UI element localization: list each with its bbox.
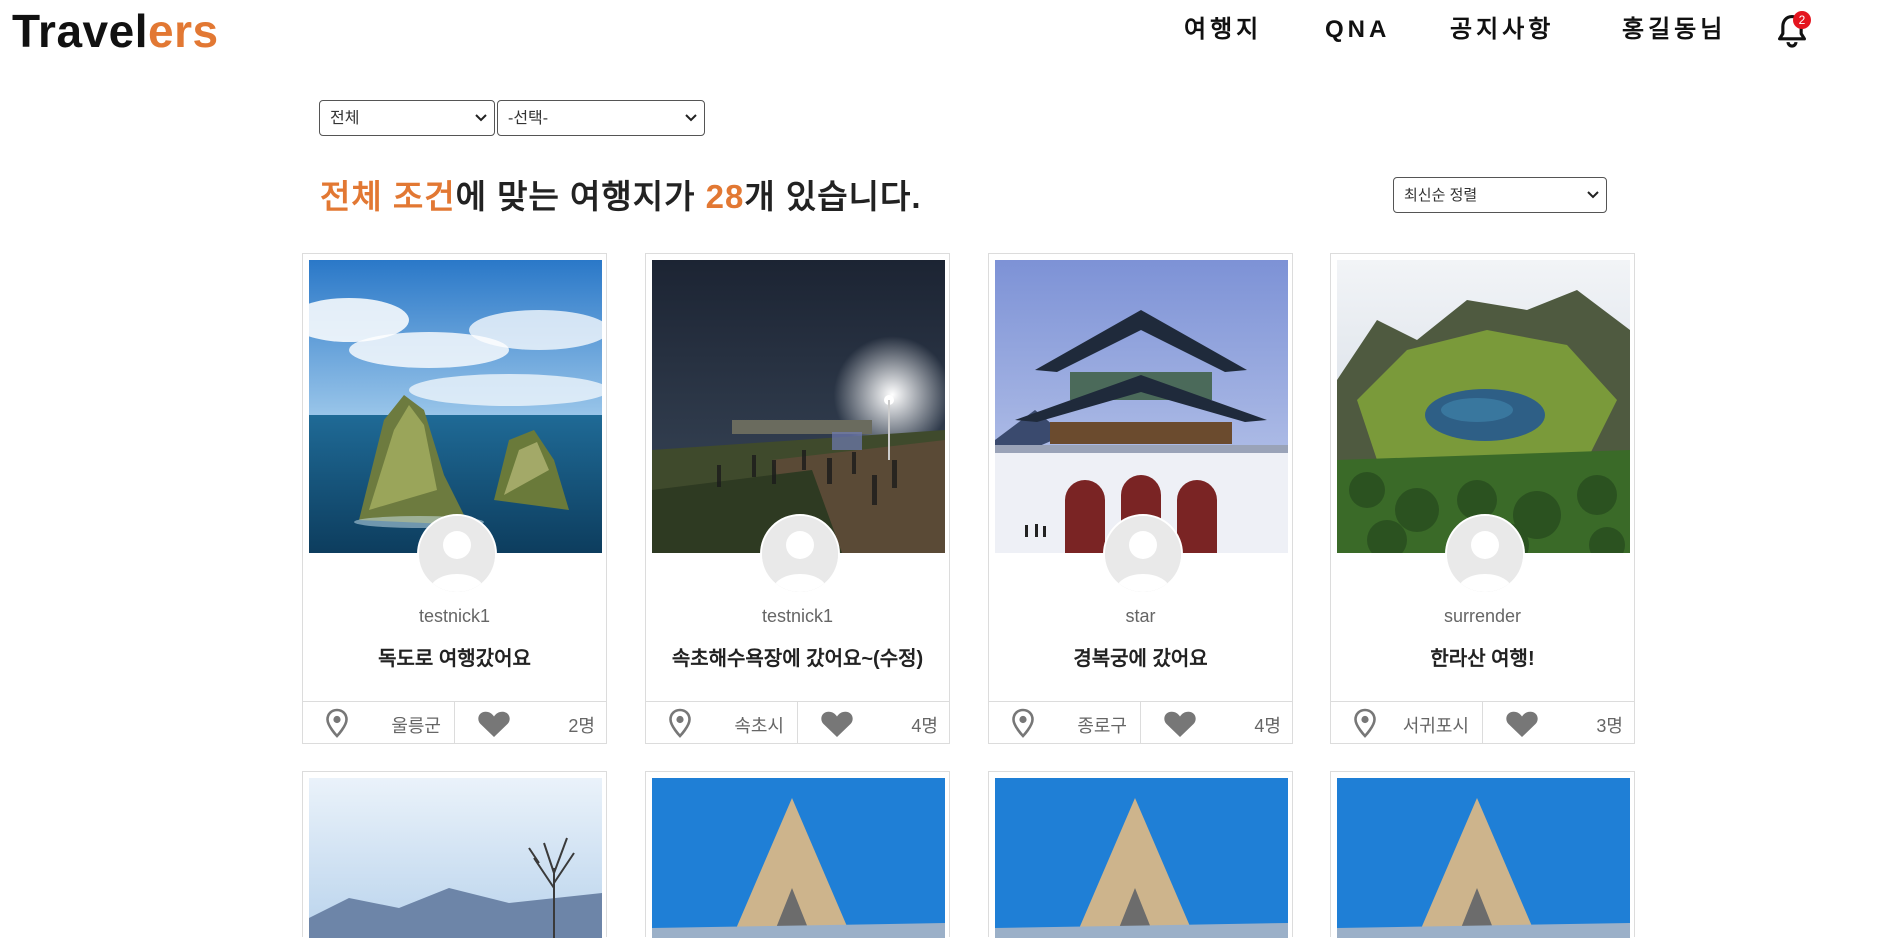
footer-divider	[1482, 702, 1483, 744]
card-title[interactable]: 속초해수욕장에 갔어요~(수정)	[646, 642, 949, 671]
card-photo	[652, 778, 945, 938]
travel-card[interactable]: star 경복궁에 갔어요 종로구 4명	[988, 253, 1293, 744]
sort-select[interactable]: 최신순 정렬	[1393, 177, 1607, 213]
card-footer: 속초시 4명	[646, 701, 949, 744]
heart-icon[interactable]	[1163, 710, 1197, 738]
card-title[interactable]: 독도로 여행갔어요	[303, 642, 606, 671]
heart-icon[interactable]	[820, 710, 854, 738]
location-pin-icon	[326, 708, 348, 738]
card-photo	[309, 778, 602, 938]
user-avatar-icon	[1447, 516, 1523, 592]
card-location: 종로구	[1077, 716, 1127, 736]
card-author: testnick1	[418, 606, 491, 626]
summary-text-end: 개 있습니다.	[744, 178, 922, 215]
nav-qna[interactable]: QNA	[1325, 10, 1390, 50]
nav-destinations[interactable]: 여행지	[1184, 10, 1262, 50]
travel-card[interactable]	[1330, 771, 1635, 938]
heart-icon[interactable]	[477, 710, 511, 738]
card-photo	[995, 778, 1288, 938]
card-title[interactable]: 경복궁에 갔어요	[989, 642, 1292, 671]
notification-badge: 2	[1793, 11, 1811, 29]
travel-card[interactable]: testnick1 속초해수욕장에 갔어요~(수정) 속초시 4명	[645, 253, 950, 744]
summary-text-mid: 에 맞는 여행지가	[455, 178, 706, 215]
card-likes: 2명	[568, 716, 595, 736]
footer-divider	[797, 702, 798, 744]
region-select[interactable]: 전체	[319, 100, 495, 136]
card-likes: 4명	[911, 716, 938, 736]
summary-count: 28	[705, 178, 745, 215]
card-location: 울릉군	[391, 716, 441, 736]
card-footer: 울릉군 2명	[303, 701, 606, 744]
card-likes: 4명	[1254, 716, 1281, 736]
region-select-wrapper: 전체	[319, 100, 495, 136]
card-likes: 3명	[1596, 716, 1623, 736]
summary-condition: 전체 조건	[320, 178, 456, 215]
heart-icon[interactable]	[1505, 710, 1539, 738]
travel-card[interactable]	[988, 771, 1293, 938]
card-photo	[1337, 260, 1630, 553]
card-footer: 서귀포시 3명	[1331, 701, 1634, 744]
sort-select-wrapper: 최신순 정렬	[1393, 177, 1607, 213]
author-avatar	[1445, 514, 1525, 594]
card-photo	[652, 260, 945, 553]
travel-card[interactable]: testnick1 독도로 여행갔어요 울릉군 2명	[302, 253, 607, 744]
card-footer: 종로구 4명	[989, 701, 1292, 744]
footer-divider	[454, 702, 455, 744]
travel-card[interactable]	[645, 771, 950, 938]
footer-divider	[1140, 702, 1141, 744]
top-nav: 여행지 QNA 공지사항 홍길동님	[0, 10, 1893, 50]
nav-user[interactable]: 홍길동님	[1622, 10, 1726, 50]
author-avatar	[417, 514, 497, 594]
card-location: 속초시	[734, 716, 784, 736]
location-pin-icon	[669, 708, 691, 738]
author-avatar	[760, 514, 840, 594]
user-avatar-icon	[419, 516, 495, 592]
card-author: star	[1125, 606, 1156, 626]
author-avatar	[1103, 514, 1183, 594]
card-photo	[309, 260, 602, 553]
location-pin-icon	[1012, 708, 1034, 738]
result-summary: 전체 조건에 맞는 여행지가 28개 있습니다.	[320, 172, 922, 222]
travel-card[interactable]	[302, 771, 607, 938]
city-select[interactable]: -선택-	[497, 100, 705, 136]
location-pin-icon	[1354, 708, 1376, 738]
card-title[interactable]: 한라산 여행!	[1331, 642, 1634, 671]
nav-notices[interactable]: 공지사항	[1450, 10, 1554, 50]
card-author: testnick1	[761, 606, 834, 626]
user-avatar-icon	[762, 516, 838, 592]
card-location: 서귀포시	[1402, 716, 1469, 736]
city-select-wrapper: -선택-	[497, 100, 705, 136]
card-author: surrender	[1443, 606, 1522, 626]
travel-card[interactable]: surrender 한라산 여행! 서귀포시 3명	[1330, 253, 1635, 744]
card-photo	[1337, 778, 1630, 938]
user-avatar-icon	[1105, 516, 1181, 592]
card-photo	[995, 260, 1288, 553]
